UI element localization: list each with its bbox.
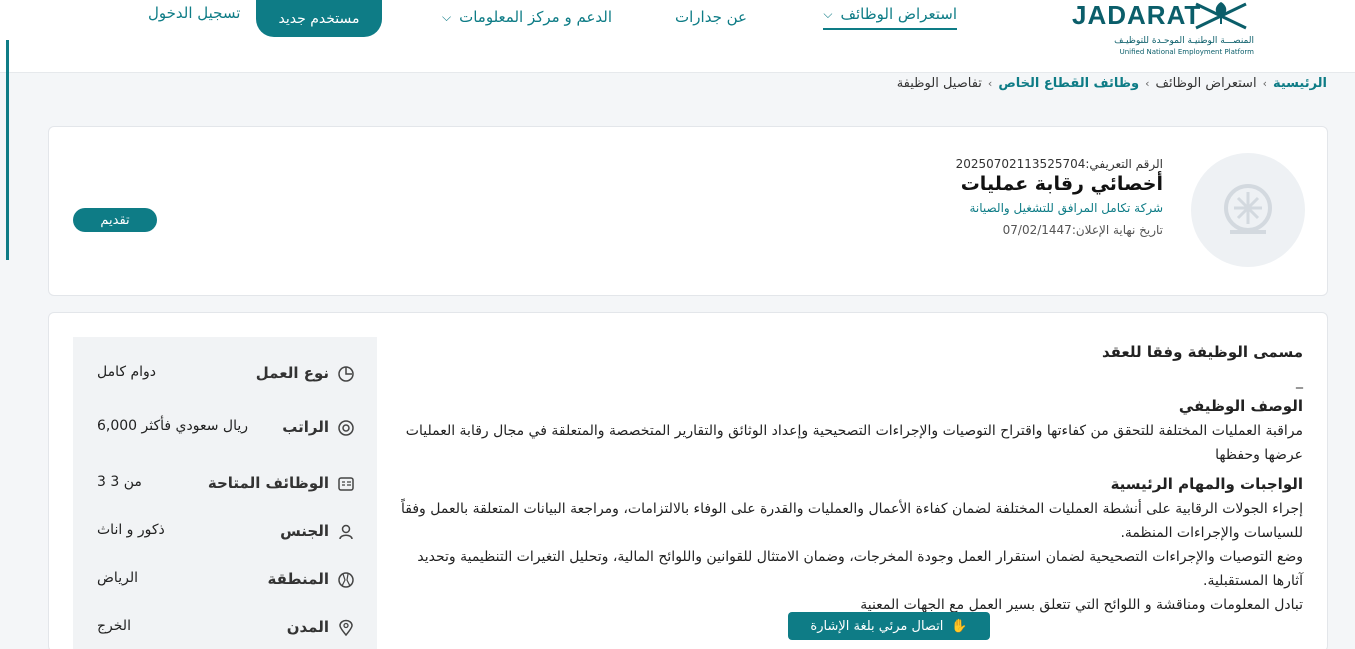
register-button[interactable]: مستخدم جديد [256, 0, 382, 37]
job-description-content: مسمى الوظيفة وفقا للعقد _ الوصف الوظيفي … [383, 343, 1303, 617]
sign-language-video-call-button[interactable]: ✋ اتصال مرئي بلغة الإشارة [788, 612, 990, 640]
ad-deadline: تاريخ نهاية الإعلان:07/02/1447 [1002, 223, 1163, 237]
attr-work-type: نوع العمل دوام كامل [73, 359, 377, 389]
jadarat-logo[interactable]: JADARAT المنصـــة الوطنيـة الموحـدة للتو… [1070, 0, 1260, 62]
breadcrumb-private-sector[interactable]: وظائف القطاع الخاص [998, 76, 1139, 91]
job-attributes-panel: نوع العمل دوام كامل الراتب 6,000 ريال سع… [73, 337, 377, 649]
salary-icon [338, 420, 354, 436]
clock-icon [338, 366, 354, 382]
breadcrumb-separator-icon: ‹ [1262, 76, 1267, 90]
nav-support[interactable]: ⌵ الدعم و مركز المعلومات [442, 0, 612, 34]
job-info: الرقم التعريفي:20250702113525704 أخصائي … [956, 157, 1163, 237]
job-details-card: نوع العمل دوام كامل الراتب 6,000 ريال سع… [48, 312, 1328, 649]
breadcrumb: الرئيسية ‹ استعراض الوظائف ‹ وظائف القطا… [897, 72, 1327, 94]
location-pin-icon [339, 619, 353, 637]
breadcrumb-home[interactable]: الرئيسية [1273, 76, 1327, 91]
breadcrumb-jobs[interactable]: استعراض الوظائف [1156, 76, 1257, 91]
attr-region: المنطقة الرياض [73, 565, 377, 595]
attr-available-jobs: الوظائف المتاحة 3 من 3 [73, 469, 377, 499]
attr-label: المنطقة [267, 570, 329, 588]
attr-value: ذكور و اناث [97, 522, 165, 538]
nav-about[interactable]: عن جدارات [675, 0, 747, 34]
attr-value: 3 من 3 [97, 474, 142, 490]
hand-icon: ✋ [951, 618, 968, 634]
duty-item: إجراء الجولات الرقابية على أنشطة العمليا… [401, 501, 1303, 541]
saudi-emblem-icon [1195, 2, 1247, 30]
contract-title-heading: مسمى الوظيفة وفقا للعقد [1101, 343, 1303, 361]
description-heading: الوصف الوظيفي [1178, 397, 1303, 415]
person-icon [339, 524, 353, 540]
apply-button[interactable]: تقديم [73, 208, 157, 232]
duty-item: وضع التوصيات والإجراءات التصحيحية لضمان … [417, 549, 1303, 589]
attr-value: الرياض [97, 570, 138, 586]
duties-heading: الواجبات والمهام الرئيسية [1110, 475, 1303, 493]
nav-support-label: الدعم و مركز المعلومات [459, 8, 613, 26]
brand-subtitle-en: Unified National Employment Platform [1119, 48, 1254, 56]
map-icon [338, 572, 354, 588]
job-title: أخصائي رقابة عمليات [960, 173, 1163, 195]
attr-value: 6,000 ريال سعودي فأكثر [97, 418, 249, 434]
attr-gender: الجنس ذكور و اناث [73, 517, 377, 547]
nav-jobs[interactable]: ⌵ استعراض الوظائف [823, 0, 957, 30]
nav-jobs-label: استعراض الوظائف [840, 5, 957, 23]
attr-label: نوع العمل [255, 364, 329, 382]
site-header: JADARAT المنصـــة الوطنيـة الموحـدة للتو… [0, 0, 1355, 73]
brand-name: JADARAT [1072, 0, 1202, 30]
login-link[interactable]: تسجيل الدخول [148, 4, 240, 22]
description-text: مراقبة العمليات المختلفة للتحقق من كفاءت… [405, 423, 1303, 463]
nav-about-label: عن جدارات [675, 8, 747, 26]
attr-label: الوظائف المتاحة [207, 474, 329, 492]
attr-salary: الراتب 6,000 ريال سعودي فأكثر [73, 413, 377, 443]
job-id: الرقم التعريفي:20250702113525704 [955, 157, 1163, 171]
attr-label: المدن [286, 618, 329, 636]
breadcrumb-current: تفاصيل الوظيفة [896, 75, 982, 91]
company-placeholder-icon [1224, 184, 1272, 234]
brand-subtitle-ar: المنصـــة الوطنيـة الموحـدة للتوظيـف [1114, 36, 1254, 46]
id-card-icon [338, 477, 354, 491]
attr-label: الراتب [282, 418, 329, 436]
attr-label: الجنس [280, 522, 329, 540]
attr-value: دوام كامل [97, 364, 157, 380]
attr-cities: المدن الخرج [73, 613, 377, 643]
attr-value: الخرج [97, 618, 131, 634]
contract-title-value: _ [1296, 373, 1303, 389]
company-name[interactable]: شركة تكامل المرافق للتشغيل والصيانة [956, 201, 1163, 215]
job-summary-card: الرقم التعريفي:20250702113525704 أخصائي … [48, 126, 1328, 296]
chevron-down-icon: ⌵ [442, 9, 452, 24]
video-call-label: اتصال مرئي بلغة الإشارة [810, 618, 944, 634]
chevron-down-icon: ⌵ [823, 6, 833, 21]
company-avatar [1191, 153, 1305, 267]
breadcrumb-separator-icon: ‹ [1145, 76, 1150, 90]
breadcrumb-separator-icon: ‹ [987, 76, 993, 90]
side-accent-bar [6, 40, 9, 260]
